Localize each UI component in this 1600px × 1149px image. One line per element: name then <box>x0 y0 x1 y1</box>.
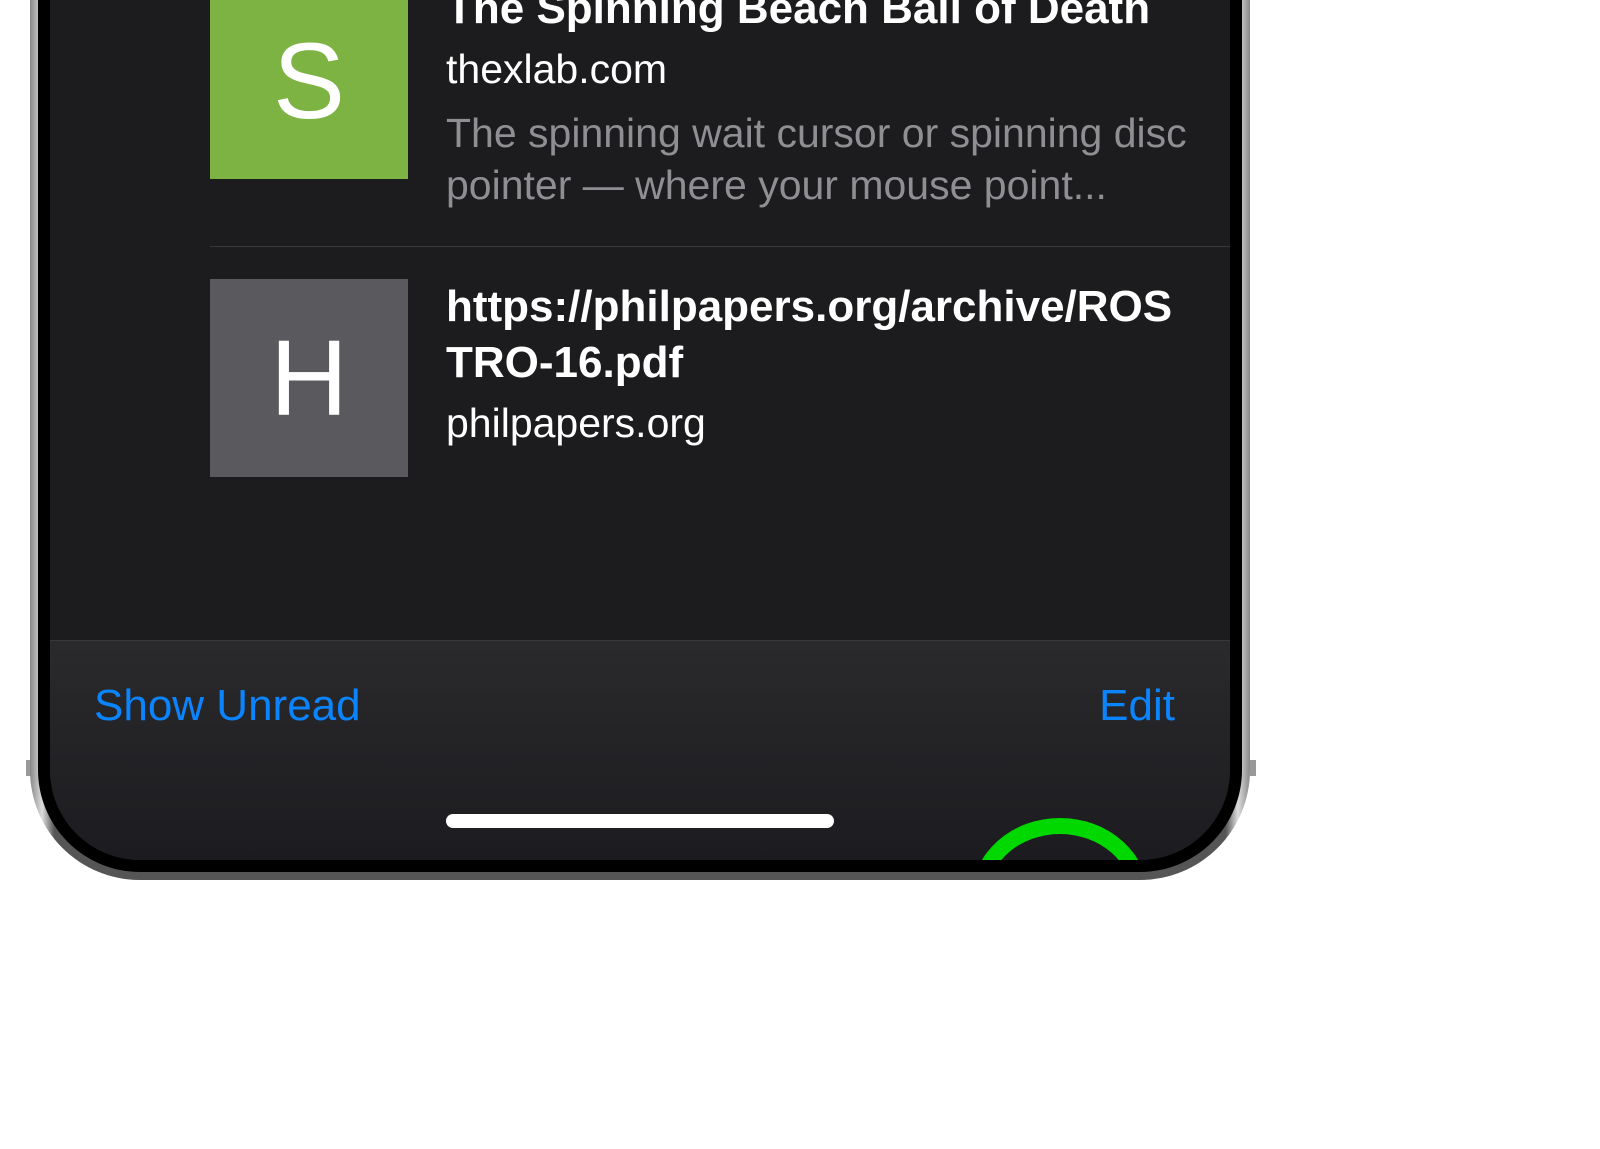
list-item[interactable]: H https://philpapers.org/archive/ROSTRO-… <box>50 247 1230 511</box>
reading-list: Harsh criticism of Alain Badiou's 'The A… <box>50 0 1230 511</box>
favicon-icon: S <box>210 0 408 179</box>
favicon-icon: H <box>210 279 408 477</box>
item-description: The spinning wait cursor or spinning dis… <box>446 107 1190 212</box>
item-domain: philpapers.org <box>446 397 1190 450</box>
item-text-block: https://philpapers.org/archive/ROSTRO-16… <box>408 279 1230 461</box>
edit-button[interactable]: Edit <box>1099 681 1175 731</box>
item-title: The Spinning Beach Ball of Death <box>446 0 1190 37</box>
item-title: https://philpapers.org/archive/ROSTRO-16… <box>446 279 1190 392</box>
item-domain: thexlab.com <box>446 43 1190 96</box>
item-text-block: The Spinning Beach Ball of Death thexlab… <box>408 0 1230 212</box>
home-indicator[interactable] <box>446 814 834 828</box>
show-unread-button[interactable]: Show Unread <box>94 681 361 731</box>
phone-inner-frame: Harsh criticism of Alain Badiou's 'The A… <box>38 0 1242 872</box>
phone-side-button-right <box>1250 760 1256 776</box>
list-item[interactable]: S The Spinning Beach Ball of Death thexl… <box>50 0 1230 247</box>
screen: Harsh criticism of Alain Badiou's 'The A… <box>50 0 1230 860</box>
phone-frame: Harsh criticism of Alain Badiou's 'The A… <box>30 0 1250 880</box>
